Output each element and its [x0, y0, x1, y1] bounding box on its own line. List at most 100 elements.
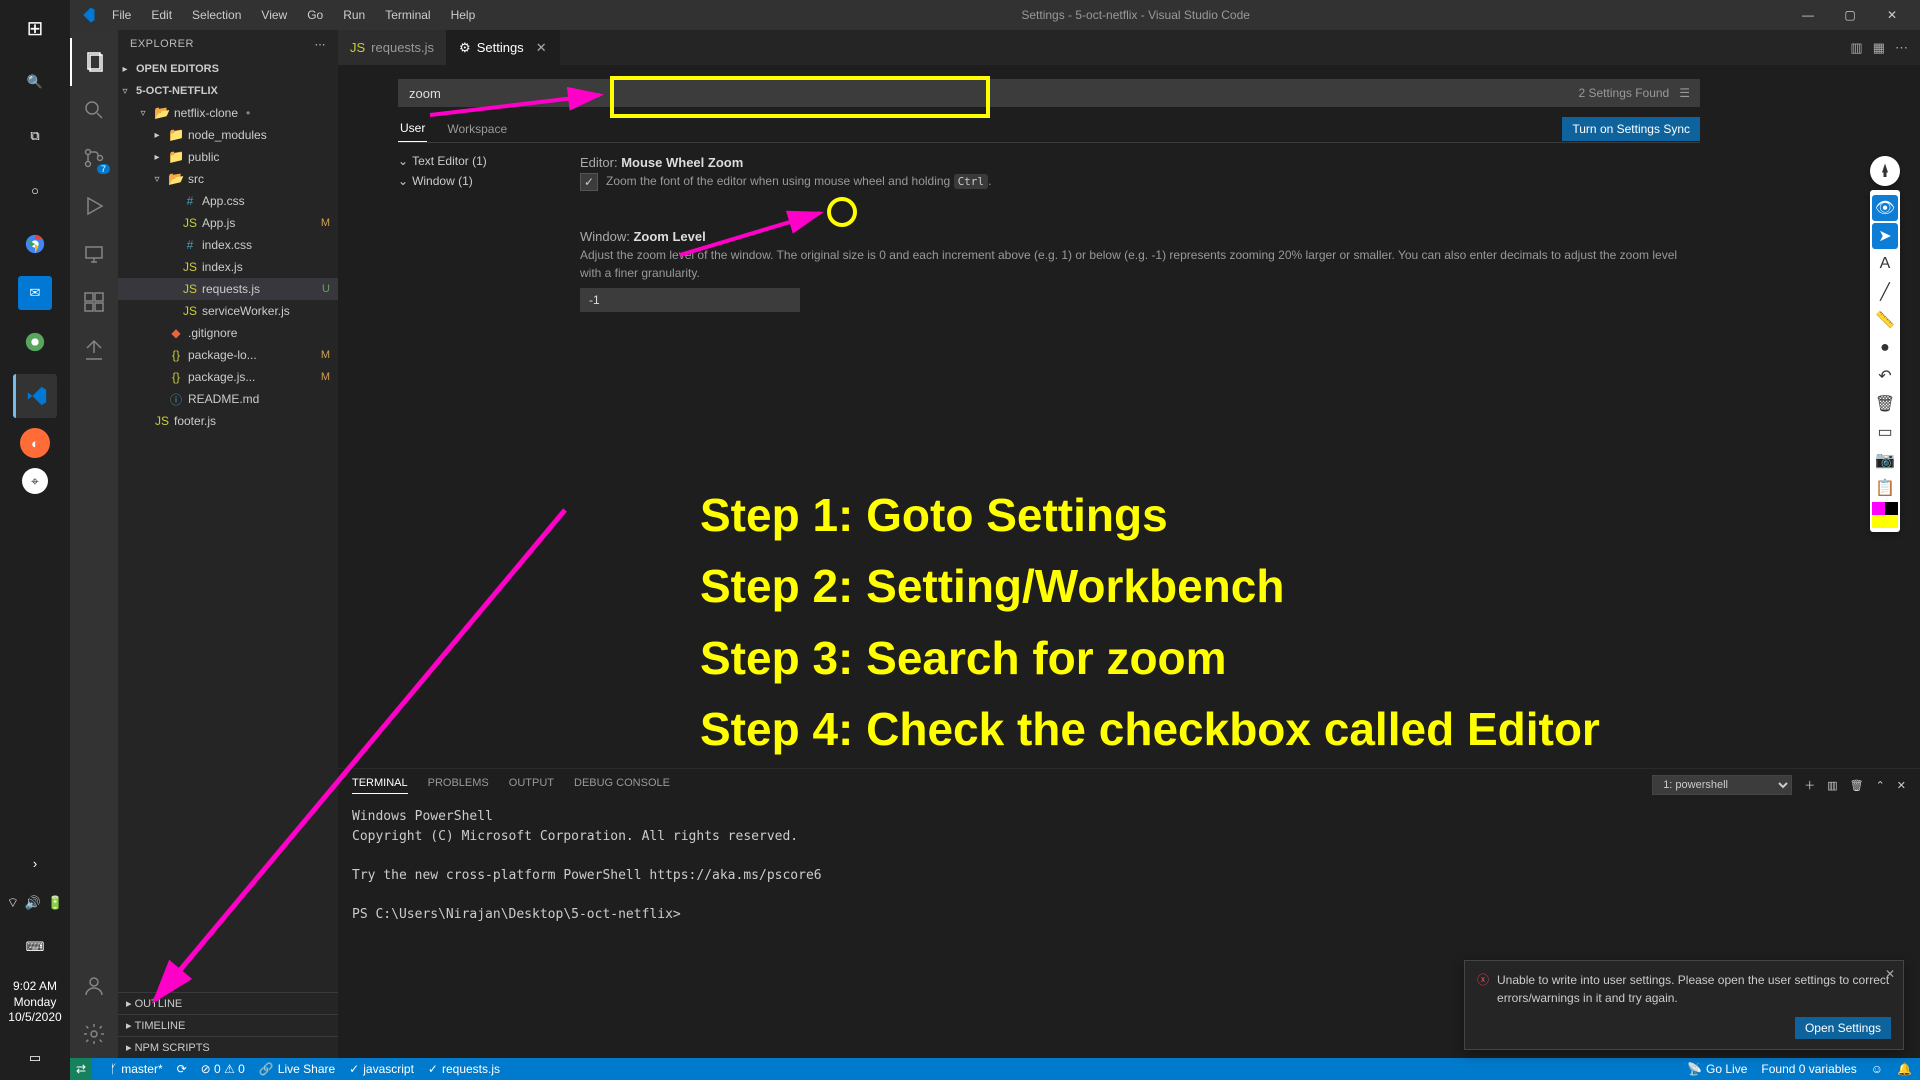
- tree-item[interactable]: ▸📁public: [118, 146, 338, 168]
- epic-pen-logo-icon[interactable]: [1870, 156, 1900, 186]
- remote-indicator[interactable]: ⇄: [70, 1058, 92, 1080]
- notifications-icon[interactable]: ▭: [13, 1036, 57, 1080]
- tree-item[interactable]: {}package.js...M: [118, 366, 338, 388]
- mail-icon[interactable]: ✉: [18, 276, 52, 310]
- menu-help[interactable]: Help: [443, 4, 484, 26]
- run-debug-icon[interactable]: [70, 182, 118, 230]
- ruler-tool-icon[interactable]: 📏: [1872, 307, 1898, 333]
- tree-item[interactable]: ⓘREADME.md: [118, 388, 338, 410]
- tab-settings[interactable]: ⚙ Settings ✕: [447, 30, 560, 65]
- tab-close-icon[interactable]: ✕: [536, 40, 547, 56]
- split-editor-icon[interactable]: ▥: [1850, 40, 1862, 56]
- menu-selection[interactable]: Selection: [184, 4, 249, 26]
- open-settings-button[interactable]: Open Settings: [1795, 1017, 1891, 1039]
- problems-count[interactable]: ⊘ 0 ⚠ 0: [201, 1062, 245, 1076]
- keyboard-icon[interactable]: ⌨: [13, 925, 57, 969]
- terminal-shell-select[interactable]: 1: powershell: [1652, 775, 1792, 795]
- outline-section[interactable]: ▸ OUTLINE: [118, 992, 338, 1014]
- location-icon[interactable]: ⌖: [22, 468, 48, 494]
- maximize-icon[interactable]: ▢: [1830, 1, 1870, 29]
- close-panel-icon[interactable]: ✕: [1897, 779, 1906, 792]
- panel-tab-problems[interactable]: PROBLEMS: [428, 777, 489, 793]
- clipboard-icon[interactable]: 📋: [1872, 475, 1898, 501]
- more-actions-icon[interactable]: ⋯: [1895, 40, 1908, 56]
- cursor-tool-icon[interactable]: 👁: [1872, 195, 1898, 221]
- kill-terminal-icon[interactable]: 🗑: [1850, 779, 1864, 792]
- language-mode[interactable]: ✓ javascript: [349, 1062, 414, 1076]
- menu-terminal[interactable]: Terminal: [377, 4, 438, 26]
- search-activity-icon[interactable]: [70, 86, 118, 134]
- sync-status[interactable]: ⟳: [177, 1062, 187, 1076]
- go-live-button[interactable]: 📡 Go Live: [1687, 1062, 1747, 1076]
- clear-icon[interactable]: 🗑: [1872, 391, 1898, 417]
- timeline-section[interactable]: ▸ TIMELINE: [118, 1014, 338, 1036]
- maximize-panel-icon[interactable]: ⌃: [1876, 779, 1885, 792]
- scope-user[interactable]: User: [398, 115, 427, 142]
- minimize-icon[interactable]: —: [1788, 1, 1828, 29]
- toast-close-icon[interactable]: ✕: [1885, 967, 1895, 981]
- wifi-icon[interactable]: ⌔: [7, 895, 19, 911]
- vscode-icon[interactable]: [13, 374, 57, 418]
- accounts-icon[interactable]: [70, 962, 118, 1010]
- close-icon[interactable]: ✕: [1872, 1, 1912, 29]
- tree-item[interactable]: #index.css: [118, 234, 338, 256]
- screenshot-icon[interactable]: 📷: [1872, 447, 1898, 473]
- panel-tab-terminal[interactable]: TERMINAL: [352, 777, 408, 794]
- postman-icon[interactable]: ◐: [20, 428, 50, 458]
- undo-icon[interactable]: ↶: [1872, 363, 1898, 389]
- explorer-icon[interactable]: [70, 38, 118, 86]
- brush-size-icon[interactable]: ●: [1872, 335, 1898, 361]
- windows-start-icon[interactable]: ⊞: [13, 6, 57, 50]
- settings-search-input[interactable]: [398, 79, 1700, 107]
- tree-item[interactable]: JSindex.js: [118, 256, 338, 278]
- root-folder[interactable]: ▿5-OCT-NETFLIX: [118, 80, 338, 102]
- feedback-icon[interactable]: ☺: [1871, 1062, 1883, 1076]
- text-tool-icon[interactable]: A: [1872, 251, 1898, 277]
- tree-item[interactable]: ▿📂netflix-clone•: [118, 102, 338, 124]
- settings-tree-text-editor[interactable]: ⌄Text Editor (1): [398, 151, 548, 171]
- new-terminal-icon[interactable]: ＋: [1804, 777, 1815, 793]
- volume-icon[interactable]: 🔊: [25, 895, 41, 911]
- menu-edit[interactable]: Edit: [143, 4, 180, 26]
- scope-workspace[interactable]: Workspace: [445, 116, 509, 142]
- pointer-tool-icon[interactable]: ➤: [1872, 223, 1898, 249]
- color-palette[interactable]: [1872, 502, 1898, 528]
- expand-icon[interactable]: ›: [13, 841, 57, 885]
- tree-item[interactable]: ◆.gitignore: [118, 322, 338, 344]
- menu-file[interactable]: File: [104, 4, 139, 26]
- extensions-icon[interactable]: [70, 278, 118, 326]
- mouse-wheel-zoom-checkbox[interactable]: ✓: [580, 173, 598, 191]
- tree-item[interactable]: #App.css: [118, 190, 338, 212]
- npm-scripts-section[interactable]: ▸ NPM SCRIPTS: [118, 1036, 338, 1058]
- notifications-bell-icon[interactable]: 🔔: [1897, 1062, 1912, 1076]
- tree-item[interactable]: ▿📂src: [118, 168, 338, 190]
- git-branch[interactable]: ᚶ master*: [110, 1062, 163, 1076]
- menu-view[interactable]: View: [253, 4, 295, 26]
- menu-run[interactable]: Run: [335, 4, 373, 26]
- tree-item[interactable]: {}package-lo...M: [118, 344, 338, 366]
- panel-tab-debug[interactable]: DEBUG CONSOLE: [574, 777, 670, 793]
- task-view-icon[interactable]: ⧉: [13, 114, 57, 158]
- menu-go[interactable]: Go: [299, 4, 331, 26]
- remote-explorer-icon[interactable]: [70, 230, 118, 278]
- chrome-icon[interactable]: [13, 222, 57, 266]
- layout-icon[interactable]: ▦: [1873, 40, 1885, 56]
- chrome-alt-icon[interactable]: [13, 320, 57, 364]
- line-tool-icon[interactable]: ╱: [1872, 279, 1898, 305]
- tree-item[interactable]: ▸📁node_modules: [118, 124, 338, 146]
- settings-sync-button[interactable]: Turn on Settings Sync: [1562, 117, 1700, 141]
- cortana-icon[interactable]: ○: [13, 168, 57, 212]
- whiteboard-icon[interactable]: ▭: [1872, 419, 1898, 445]
- battery-icon[interactable]: 🔋: [47, 895, 63, 911]
- tree-item[interactable]: JSrequests.jsU: [118, 278, 338, 300]
- split-terminal-icon[interactable]: ▥: [1827, 779, 1837, 792]
- open-editors-section[interactable]: ▸OPEN EDITORS: [118, 58, 338, 80]
- panel-tab-output[interactable]: OUTPUT: [509, 777, 554, 793]
- settings-gear-icon[interactable]: [70, 1010, 118, 1058]
- tree-item[interactable]: JSApp.jsM: [118, 212, 338, 234]
- settings-tree-window[interactable]: ⌄Window (1): [398, 171, 548, 191]
- taskbar-clock[interactable]: 9:02 AM Monday 10/5/2020: [8, 979, 61, 1026]
- filter-icon[interactable]: ☰: [1679, 86, 1690, 100]
- live-share-status[interactable]: 🔗 Live Share: [259, 1062, 335, 1076]
- more-icon[interactable]: ⋯: [315, 38, 327, 51]
